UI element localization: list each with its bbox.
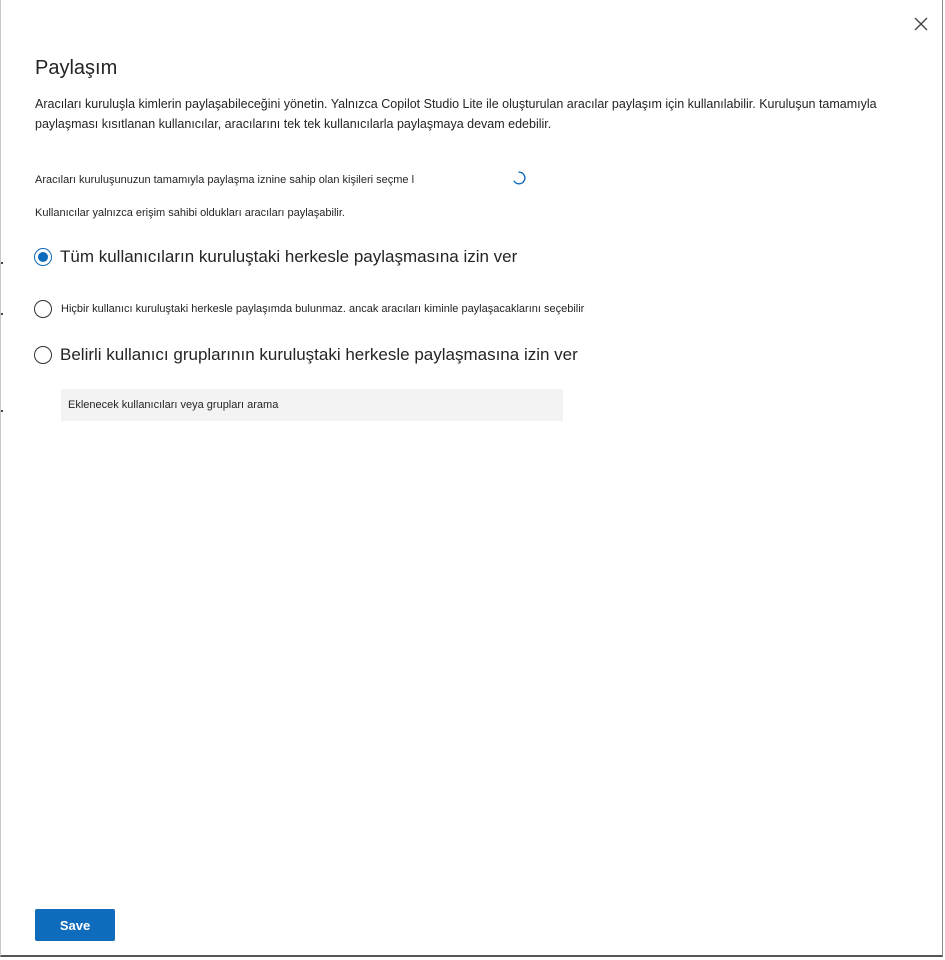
sharing-note: Kullanıcılar yalnızca erişim sahibi oldu… bbox=[35, 207, 345, 219]
radio-dot bbox=[38, 252, 48, 262]
radio-option-no-users[interactable]: Hiçbir kullanıcı kuruluştaki herkesle pa… bbox=[34, 300, 584, 318]
radio-option-label: Belirli kullanıcı gruplarının kuruluştak… bbox=[60, 345, 578, 364]
radio-option-specific-groups[interactable]: Belirli kullanıcı gruplarının kuruluştak… bbox=[34, 345, 578, 365]
radio-option-label: Hiçbir kullanıcı kuruluştaki herkesle pa… bbox=[61, 303, 585, 315]
save-button[interactable]: Save bbox=[35, 909, 115, 941]
sharing-settings-panel: Paylaşım Aracıları kuruluşla kimlerin pa… bbox=[0, 0, 943, 957]
search-users-groups-input[interactable] bbox=[61, 389, 563, 421]
select-people-label: Aracıları kuruluşunuzun tamamıyla paylaş… bbox=[35, 174, 415, 186]
radio-button[interactable] bbox=[34, 300, 52, 318]
radio-button[interactable] bbox=[34, 346, 52, 364]
edge-mark bbox=[1, 313, 3, 315]
edge-mark bbox=[1, 410, 3, 412]
radio-option-label: Tüm kullanıcıların kuruluştaki herkesle … bbox=[60, 247, 518, 266]
radio-button-checked[interactable] bbox=[34, 248, 52, 266]
panel-description: Aracıları kuruluşla kimlerin paylaşabile… bbox=[35, 97, 877, 131]
close-button[interactable] bbox=[911, 14, 931, 34]
edge-mark bbox=[1, 262, 3, 264]
loading-spinner-icon bbox=[513, 171, 526, 185]
close-icon bbox=[914, 17, 928, 31]
panel-title: Paylaşım bbox=[35, 57, 118, 79]
radio-option-all-users[interactable]: Tüm kullanıcıların kuruluştaki herkesle … bbox=[34, 247, 517, 267]
